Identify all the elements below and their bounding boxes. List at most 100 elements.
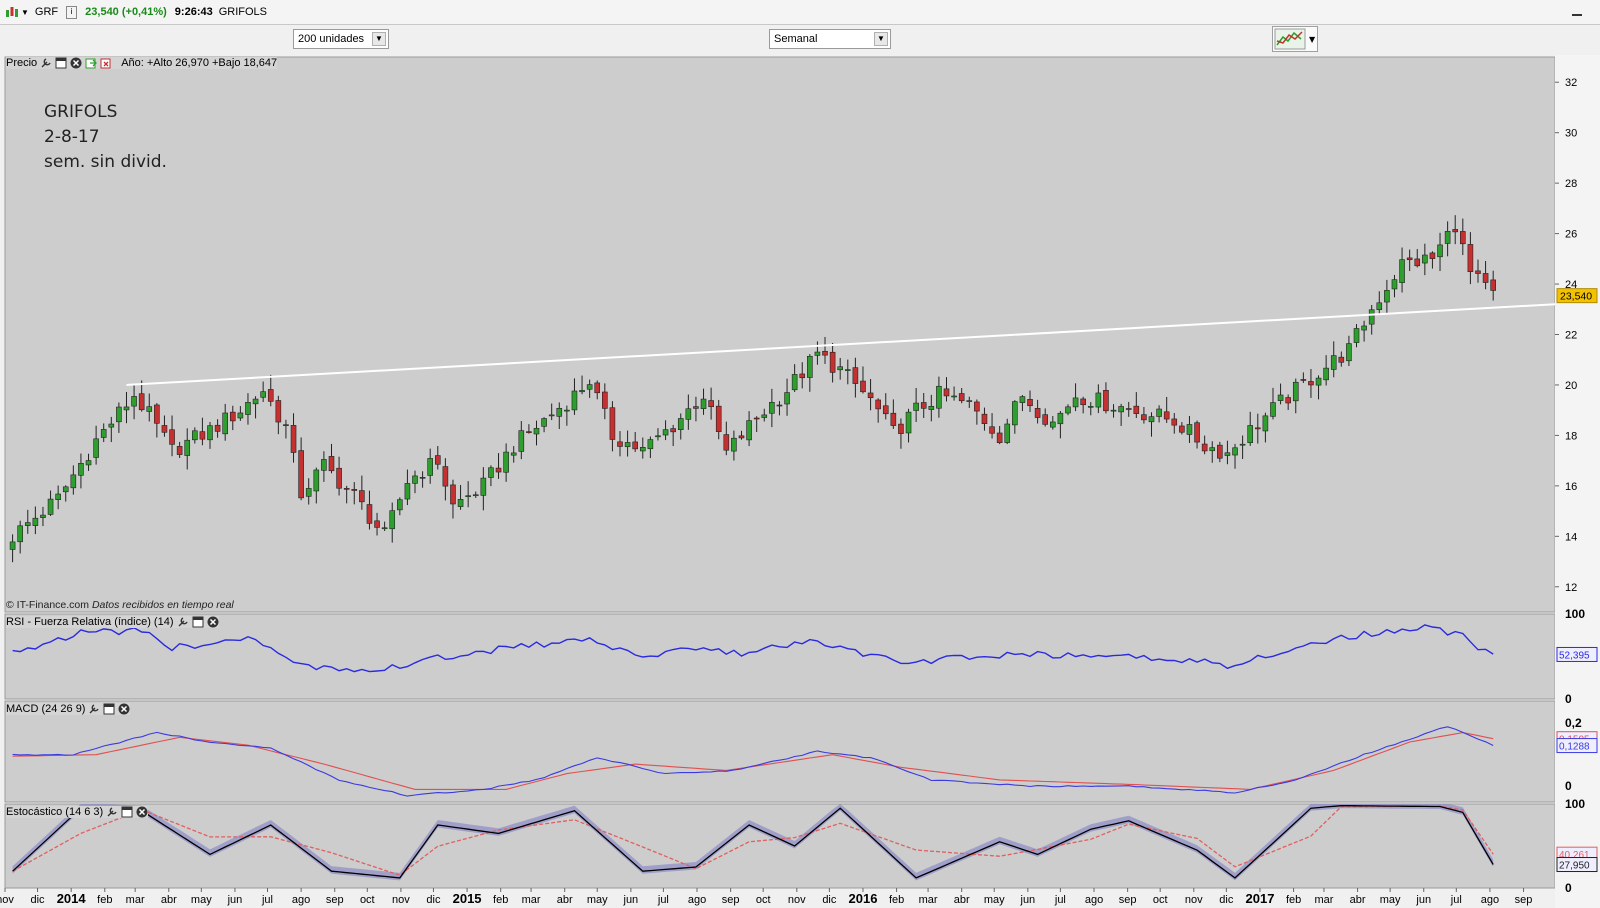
close-icon[interactable]: [70, 57, 82, 69]
info-icon[interactable]: i: [66, 5, 78, 19]
x-tick-label: dic: [1219, 894, 1234, 906]
window-icon[interactable]: [55, 57, 67, 69]
candle-body: [1254, 427, 1261, 430]
candle-body: [283, 424, 289, 426]
x-tick-label: oct: [756, 894, 771, 906]
rsi-value-badge-label: 52,395: [1559, 650, 1590, 661]
y-tick-label: 26: [1565, 229, 1577, 241]
candle-body: [328, 456, 335, 472]
candle-body: [108, 423, 115, 428]
candle-body: [1118, 406, 1124, 413]
candle-body: [1110, 409, 1117, 412]
candle-body: [609, 407, 616, 440]
candle-body: [1201, 443, 1208, 452]
candle-body: [677, 418, 684, 431]
candle-body: [951, 395, 957, 398]
candle-body: [974, 401, 980, 412]
wrench-icon[interactable]: [177, 616, 189, 628]
wrench-icon[interactable]: [40, 57, 52, 69]
candle-body: [1300, 379, 1307, 381]
candle-body: [24, 522, 31, 526]
sto-panel-bg: [4, 803, 1556, 889]
candle-body: [290, 425, 297, 453]
candle-body: [1133, 405, 1140, 414]
candle-body: [966, 400, 973, 402]
wrench-icon[interactable]: [88, 703, 100, 715]
candle-body: [1072, 397, 1079, 408]
candle-body: [1125, 408, 1132, 410]
candle-body: [214, 424, 221, 432]
candle-body: [708, 400, 714, 408]
dropdown-arrow-icon[interactable]: ▼: [21, 8, 29, 17]
close-icon[interactable]: [136, 806, 148, 818]
close-icon[interactable]: [207, 616, 219, 628]
candle-body: [753, 417, 760, 420]
candle-body: [472, 494, 479, 497]
stochastic-y-tick-label: 100: [1565, 797, 1585, 811]
candle-body: [78, 462, 84, 476]
candle-body: [556, 407, 563, 417]
candle-body: [252, 398, 259, 405]
candle-body: [85, 460, 92, 466]
x-tick-label: jul: [261, 894, 273, 906]
chevron-down-icon[interactable]: ▼: [874, 32, 888, 46]
macd-panel-header: MACD (24 26 9): [6, 703, 131, 715]
candle-body: [305, 488, 312, 497]
close-icon[interactable]: [118, 703, 130, 715]
macd-y-tick-label: 0: [1565, 779, 1572, 793]
candle-body: [624, 442, 631, 448]
period-select[interactable]: Semanal ▼: [769, 29, 891, 49]
y-tick-label: 20: [1565, 380, 1577, 392]
candle-body: [761, 414, 768, 418]
candle-body: [791, 374, 798, 391]
minimize-icon[interactable]: [1568, 3, 1586, 19]
candle-body: [229, 411, 236, 422]
candle-body: [586, 384, 593, 390]
x-tick-label: abr: [954, 894, 970, 906]
candlestick-chart-icon[interactable]: [5, 5, 19, 19]
window-icon[interactable]: [103, 703, 115, 715]
window-icon[interactable]: [121, 806, 133, 818]
remove-indicator-icon[interactable]: [100, 57, 112, 69]
candle-body: [17, 525, 23, 543]
candle-body: [70, 474, 77, 489]
candle-body: [958, 393, 965, 402]
chart-type-button[interactable]: ▼: [1272, 26, 1318, 52]
candle-body: [1194, 422, 1200, 443]
candle-body: [814, 351, 821, 356]
candle-body: [1323, 367, 1329, 381]
window-icon[interactable]: [192, 616, 204, 628]
candle-body: [343, 488, 350, 490]
candle-body: [298, 450, 304, 499]
units-select[interactable]: 200 unidades ▼: [293, 29, 389, 49]
add-indicator-icon[interactable]: [85, 57, 98, 69]
candle-body: [1141, 414, 1147, 421]
candle-body: [1444, 231, 1451, 244]
chevron-down-icon[interactable]: ▼: [372, 32, 386, 46]
x-tick-label: dic: [426, 894, 441, 906]
candle-body: [548, 414, 555, 417]
candle-body: [639, 447, 646, 452]
x-tick-label: abr: [557, 894, 573, 906]
stochastic-k-badge-label: 27,950: [1559, 861, 1590, 872]
candle-body: [450, 484, 456, 505]
candle-body: [617, 441, 623, 447]
candle-body: [1217, 444, 1223, 459]
annotation-text: GRIFOLS 2-8-17 sem. sin divid.: [44, 100, 167, 175]
x-tick-label: sep: [1119, 894, 1137, 906]
candle-body: [131, 396, 137, 407]
copyright-text: © IT-Finance.com: [6, 599, 90, 611]
wrench-icon[interactable]: [106, 806, 118, 818]
candle-body: [996, 432, 1003, 443]
candle-body: [275, 400, 282, 423]
x-tick-label: may: [984, 894, 1005, 906]
candle-body: [397, 499, 403, 511]
candle-body: [784, 392, 790, 405]
candle-body: [867, 392, 874, 399]
candle-body: [1156, 408, 1162, 417]
toolbar: 200 unidades ▼ Semanal ▼: [0, 25, 1600, 55]
chart-canvas[interactable]: 121416182022242628303223,540010052,39500…: [0, 55, 1600, 908]
candle-body: [184, 439, 191, 456]
x-tick-label: jul: [1450, 894, 1462, 906]
x-tick-label: oct: [360, 894, 375, 906]
